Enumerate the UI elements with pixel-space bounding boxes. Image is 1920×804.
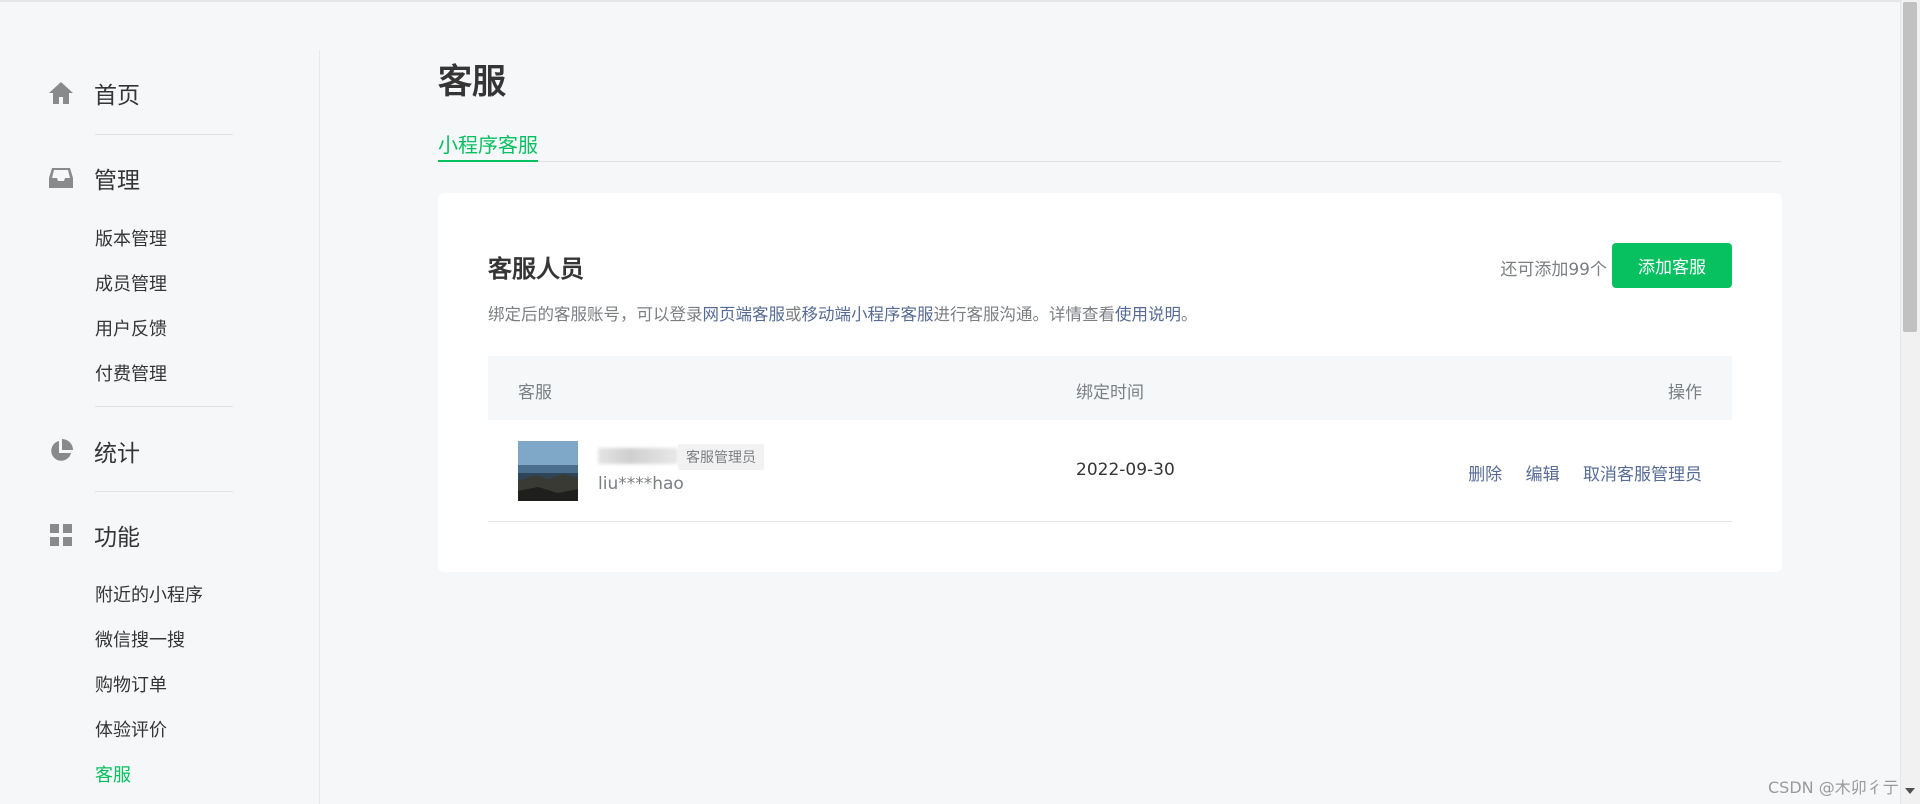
sidebar-item-features[interactable]: 功能 <box>48 515 140 555</box>
watermark: CSDN @木卯彳亍 <box>1768 778 1899 797</box>
col-header-bind-time: 绑定时间 <box>1076 383 1144 403</box>
sidebar-item-nearby[interactable]: 附近的小程序 <box>95 582 203 610</box>
scroll-down-icon[interactable] <box>1903 784 1917 798</box>
sidebar-item-wechat-search[interactable]: 微信搜一搜 <box>95 627 185 655</box>
desc-text: 或 <box>785 305 802 324</box>
top-border <box>0 0 1900 2</box>
revoke-admin-link[interactable]: 取消客服管理员 <box>1583 465 1702 485</box>
sidebar-item-label: 首页 <box>94 83 140 109</box>
sidebar-item-customer-service[interactable]: 客服 <box>95 762 131 790</box>
desc-text: 绑定后的客服账号，可以登录 <box>488 305 703 324</box>
card-title: 客服人员 <box>488 255 584 283</box>
remaining-count: 还可添加99个 <box>1500 260 1607 280</box>
sidebar-divider <box>319 50 320 804</box>
add-service-button[interactable]: 添加客服 <box>1612 243 1732 288</box>
sidebar-item-orders[interactable]: 购物订单 <box>95 672 167 700</box>
mobile-service-link[interactable]: 移动端小程序客服 <box>802 305 934 324</box>
grid-icon <box>48 522 74 548</box>
sidebar-divider-3 <box>95 491 233 492</box>
desc-text: 。 <box>1181 305 1198 324</box>
service-staff-card: 客服人员 还可添加99个 添加客服 绑定后的客服账号，可以登录网页端客服或移动端… <box>438 193 1782 572</box>
sidebar-item-stats[interactable]: 统计 <box>48 431 140 471</box>
pie-chart-icon <box>48 438 74 464</box>
sidebar-item-home[interactable]: 首页 <box>48 73 140 113</box>
sidebar-item-payment[interactable]: 付费管理 <box>95 361 167 389</box>
sidebar-item-version[interactable]: 版本管理 <box>95 226 167 254</box>
tab-bar: 小程序客服 <box>438 124 1782 162</box>
sidebar-item-feedback[interactable]: 用户反馈 <box>95 316 167 344</box>
page-title: 客服 <box>438 62 506 102</box>
role-badge: 客服管理员 <box>678 444 764 470</box>
table-row: 客服管理员 liu****hao 2022-09-30 删除 编辑 取消客服管理… <box>488 420 1732 522</box>
tab-miniprogram-service[interactable]: 小程序客服 <box>438 124 538 162</box>
delete-link[interactable]: 删除 <box>1468 465 1502 485</box>
sidebar-item-label: 管理 <box>94 168 140 194</box>
card-description: 绑定后的客服账号，可以登录网页端客服或移动端小程序客服进行客服沟通。详情查看使用… <box>488 301 1198 325</box>
sidebar-item-members[interactable]: 成员管理 <box>95 271 167 299</box>
home-icon <box>48 80 74 106</box>
web-service-link[interactable]: 网页端客服 <box>703 305 786 324</box>
desc-text: 进行客服沟通。详情查看 <box>933 305 1116 324</box>
sidebar-item-label: 统计 <box>94 441 140 467</box>
username: liu****hao <box>598 474 684 494</box>
usage-guide-link[interactable]: 使用说明 <box>1115 305 1181 324</box>
col-header-ops: 操作 <box>1668 383 1702 403</box>
redacted-nickname <box>598 448 678 464</box>
avatar <box>518 441 578 501</box>
bind-time: 2022-09-30 <box>1076 460 1175 480</box>
table-header: 客服 绑定时间 操作 <box>488 356 1732 420</box>
col-header-agent: 客服 <box>518 383 552 403</box>
sidebar-divider-2 <box>95 406 233 407</box>
sidebar-item-manage[interactable]: 管理 <box>48 158 140 198</box>
sidebar-item-reviews[interactable]: 体验评价 <box>95 717 167 745</box>
row-actions: 删除 编辑 取消客服管理员 <box>1450 460 1702 485</box>
edit-link[interactable]: 编辑 <box>1526 465 1560 485</box>
sidebar-item-label: 功能 <box>94 525 140 551</box>
service-staff-table: 客服 绑定时间 操作 客服管理员 liu****hao 2022-09-30 删… <box>488 356 1732 522</box>
sidebar-divider-1 <box>95 134 233 135</box>
scrollbar-thumb[interactable] <box>1903 2 1917 332</box>
inbox-icon <box>48 165 74 191</box>
